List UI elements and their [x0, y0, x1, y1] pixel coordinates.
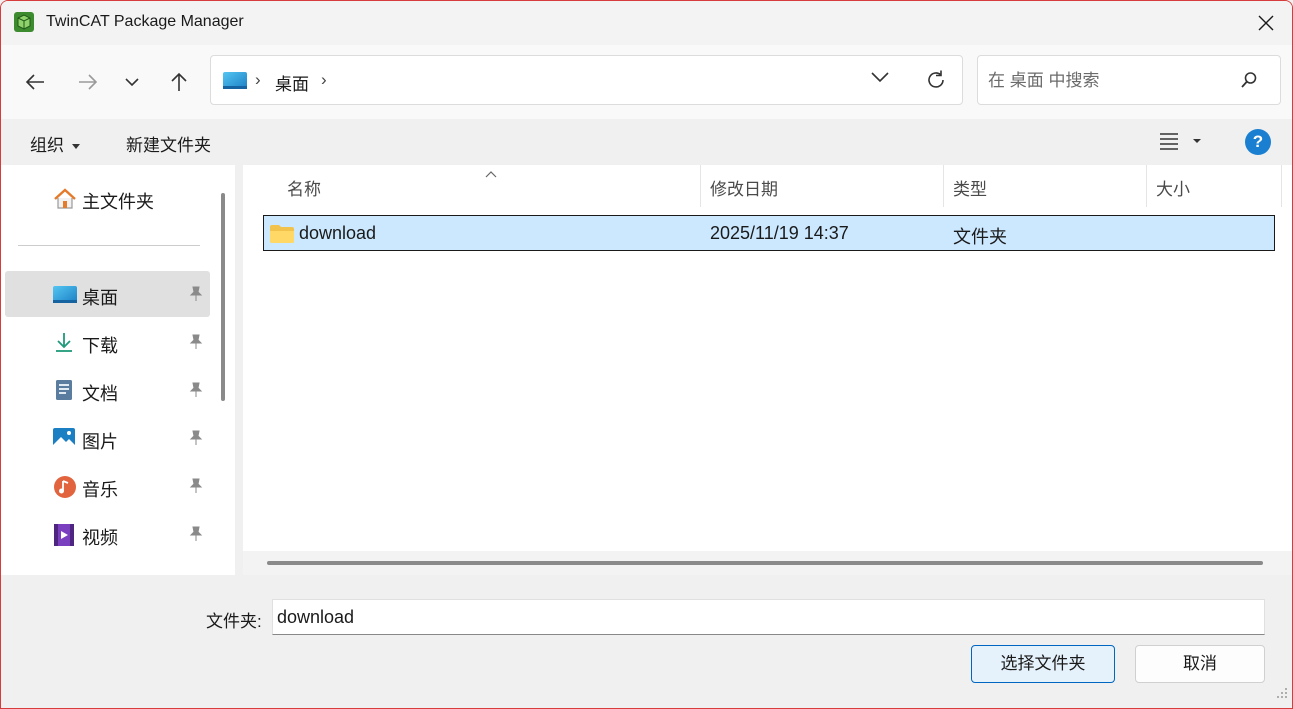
column-divider[interactable]	[1146, 165, 1147, 207]
new-folder-button[interactable]: 新建文件夹	[126, 131, 211, 156]
close-icon	[1258, 15, 1274, 31]
pictures-icon	[53, 427, 75, 449]
back-button[interactable]	[19, 67, 51, 97]
file-list-pane: 名称 修改日期 类型 大小 download 2025/11/19 14:37 …	[243, 165, 1292, 551]
window-title: TwinCAT Package Manager	[46, 13, 244, 30]
pin-icon[interactable]	[189, 334, 203, 355]
file-name: download	[299, 223, 377, 243]
column-header-date-modified[interactable]: 修改日期	[710, 175, 778, 200]
recent-locations-button[interactable]	[116, 67, 148, 97]
close-button[interactable]	[1240, 1, 1292, 45]
sidebar-item-label: 主文件夹	[82, 192, 154, 212]
arrow-left-icon	[25, 74, 44, 90]
forward-button[interactable]	[72, 67, 104, 97]
pin-icon[interactable]	[189, 478, 203, 499]
download-icon	[53, 331, 75, 353]
organize-label: 组织	[30, 136, 64, 155]
list-view-icon	[1160, 133, 1201, 150]
folder-name-input[interactable]	[272, 599, 1265, 635]
sidebar-divider	[18, 245, 200, 246]
sidebar-item-desktop[interactable]: 桌面	[5, 271, 210, 317]
horizontal-scroll-track	[243, 551, 1292, 575]
column-header-name[interactable]: 名称	[287, 175, 321, 200]
breadcrumb-desktop[interactable]: 桌面	[275, 70, 309, 95]
sidebar-scrollbar[interactable]	[221, 193, 225, 401]
up-button[interactable]	[163, 67, 195, 97]
breadcrumb-chevron-icon: ›	[255, 70, 261, 89]
document-icon	[53, 379, 75, 401]
column-header-type[interactable]: 类型	[953, 175, 987, 200]
pin-icon[interactable]	[189, 286, 203, 307]
column-header-size[interactable]: 大小	[1156, 175, 1190, 200]
folder-field-label: 文件夹:	[206, 612, 262, 631]
sidebar-item-label: 文档	[82, 384, 118, 404]
caret-down-icon	[72, 144, 80, 150]
file-dialog-window: TwinCAT Package Manager › 桌面 › 在 桌面 中搜索 …	[0, 0, 1293, 709]
help-button[interactable]: ?	[1245, 129, 1271, 155]
organize-menu[interactable]: 组织	[30, 131, 80, 156]
chevron-down-icon	[871, 72, 889, 83]
home-icon	[53, 187, 76, 209]
sidebar-item-pictures[interactable]: 图片	[5, 415, 210, 461]
refresh-icon	[928, 70, 944, 88]
pin-icon[interactable]	[189, 430, 203, 451]
resize-grip-icon[interactable]	[1276, 686, 1288, 704]
chevron-down-icon	[125, 78, 139, 87]
file-date-modified: 2025/11/19 14:37	[710, 223, 849, 243]
sidebar-item-videos[interactable]: 视频	[5, 511, 210, 557]
search-icon[interactable]	[1240, 71, 1258, 94]
folder-icon	[270, 225, 294, 248]
refresh-button[interactable]	[925, 69, 947, 96]
command-bar: 组织 新建文件夹 ?	[1, 119, 1292, 165]
search-input[interactable]	[986, 68, 1240, 94]
column-divider[interactable]	[700, 165, 701, 207]
video-icon	[53, 523, 75, 546]
desktop-icon	[53, 283, 77, 305]
sort-ascending-icon	[485, 165, 497, 183]
sidebar-item-downloads[interactable]: 下载	[5, 319, 210, 365]
sidebar-item-label: 音乐	[82, 480, 118, 500]
search-box	[977, 55, 1281, 105]
address-bar[interactable]: › 桌面 ›	[210, 55, 963, 105]
dialog-footer: 文件夹: 选择文件夹 取消	[1, 575, 1292, 708]
column-divider[interactable]	[943, 165, 944, 207]
pin-icon[interactable]	[189, 382, 203, 403]
address-history-dropdown[interactable]	[871, 70, 889, 88]
navigation-bar: › 桌面 ›	[1, 45, 1292, 119]
sidebar-item-label: 视频	[82, 528, 118, 548]
horizontal-scrollbar[interactable]	[267, 561, 1263, 565]
view-options-button[interactable]	[1159, 131, 1207, 156]
arrow-right-icon	[79, 74, 98, 90]
sidebar-item-label: 下载	[82, 336, 118, 356]
file-row[interactable]: download 2025/11/19 14:37 文件夹	[263, 215, 1275, 251]
sidebar-item-label: 图片	[82, 432, 118, 452]
music-icon	[53, 475, 76, 498]
sidebar-item-home[interactable]: 主文件夹	[5, 175, 210, 221]
select-folder-button[interactable]: 选择文件夹	[971, 645, 1115, 683]
sidebar-item-documents[interactable]: 文档	[5, 367, 210, 413]
navigation-pane: 主文件夹 桌面 下载 文档 图片 音乐 视频	[1, 165, 235, 575]
twincat-package-icon	[13, 11, 35, 33]
sidebar-item-music[interactable]: 音乐	[5, 463, 210, 509]
desktop-icon	[223, 72, 247, 89]
file-type: 文件夹	[953, 227, 1007, 247]
pin-icon[interactable]	[189, 526, 203, 547]
arrow-up-icon	[171, 72, 187, 91]
cancel-button[interactable]: 取消	[1135, 645, 1265, 683]
breadcrumb-chevron-icon[interactable]: ›	[321, 70, 327, 90]
sidebar-item-label: 桌面	[82, 288, 118, 308]
column-divider[interactable]	[1281, 165, 1282, 207]
title-bar: TwinCAT Package Manager	[1, 1, 1292, 45]
